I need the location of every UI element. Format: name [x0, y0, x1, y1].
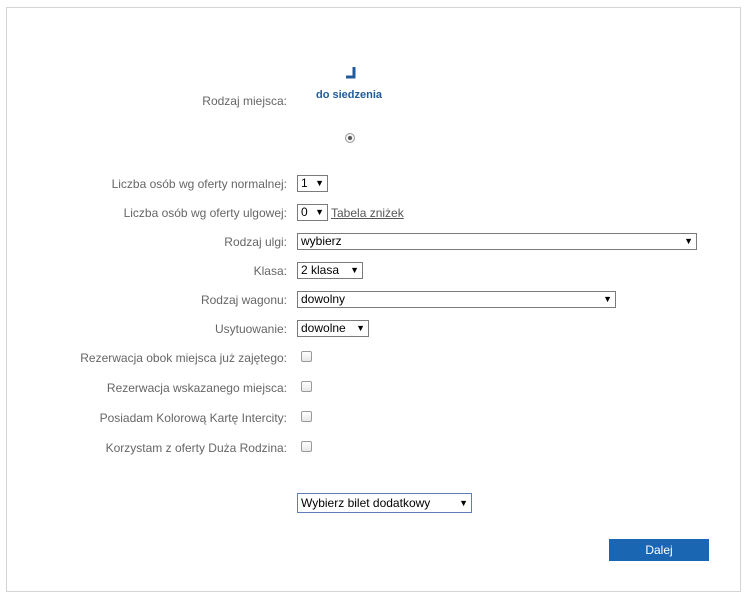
discount-type-value: wybierz: [301, 234, 342, 248]
discount-type-select[interactable]: wybierz ▼: [297, 233, 697, 250]
chevron-down-icon: ▼: [356, 323, 365, 333]
extra-ticket-value: Wybierz bilet dodatkowy: [301, 496, 431, 510]
wagon-type-label: Rodzaj wagonu:: [200, 293, 287, 307]
chevron-down-icon: ▼: [459, 498, 468, 508]
discount-type-label: Rodzaj ulgi:: [224, 235, 287, 249]
chevron-down-icon: ▼: [315, 207, 324, 217]
placement-select[interactable]: dowolne ▼: [297, 320, 369, 337]
reserve-specific-seat-label: Rezerwacja wskazanego miejsca:: [106, 381, 287, 395]
chevron-down-icon: ▼: [315, 178, 324, 188]
reserve-next-to-occupied-label: Rezerwacja obok miejsca już zajętego:: [80, 351, 287, 365]
extra-ticket-select[interactable]: Wybierz bilet dodatkowy ▼: [297, 493, 472, 513]
placement-value: dowolne: [301, 321, 346, 335]
normal-count-label: Liczba osób wg oferty normalnej:: [111, 177, 287, 191]
discount-table-link[interactable]: Tabela zniżek: [331, 206, 404, 220]
class-select[interactable]: 2 klasa ▼: [297, 262, 363, 279]
normal-count-value: 1: [301, 176, 308, 190]
wagon-type-select[interactable]: dowolny ▼: [297, 291, 616, 308]
reduced-count-value: 0: [301, 205, 308, 219]
intercity-card-label: Posiadam Kolorową Kartę Intercity:: [99, 411, 287, 425]
reserve-next-to-occupied-checkbox[interactable]: [301, 351, 312, 362]
normal-count-select[interactable]: 1 ▼: [297, 175, 328, 192]
reserve-specific-seat-checkbox[interactable]: [301, 381, 312, 392]
large-family-checkbox[interactable]: [301, 441, 312, 452]
seat-type-label: Rodzaj miejsca:: [202, 94, 287, 108]
seat-type-radio[interactable]: [345, 133, 355, 143]
intercity-card-checkbox[interactable]: [301, 411, 312, 422]
chevron-down-icon: ▼: [350, 265, 359, 275]
chevron-down-icon: ▼: [684, 236, 693, 246]
class-label: Klasa:: [253, 264, 287, 278]
reduced-count-label: Liczba osób wg oferty ulgowej:: [123, 206, 287, 220]
chevron-down-icon: ▼: [603, 294, 612, 304]
seat-option-label: do siedzenia: [316, 89, 383, 101]
class-value: 2 klasa: [301, 263, 340, 277]
large-family-label: Korzystam z oferty Duża Rodzina:: [105, 441, 287, 455]
next-button[interactable]: Dalej: [609, 539, 709, 561]
placement-label: Usytuowanie:: [214, 322, 287, 336]
seat-icon: [346, 67, 356, 79]
wagon-type-value: dowolny: [301, 292, 346, 306]
reduced-count-select[interactable]: 0 ▼: [297, 204, 328, 221]
